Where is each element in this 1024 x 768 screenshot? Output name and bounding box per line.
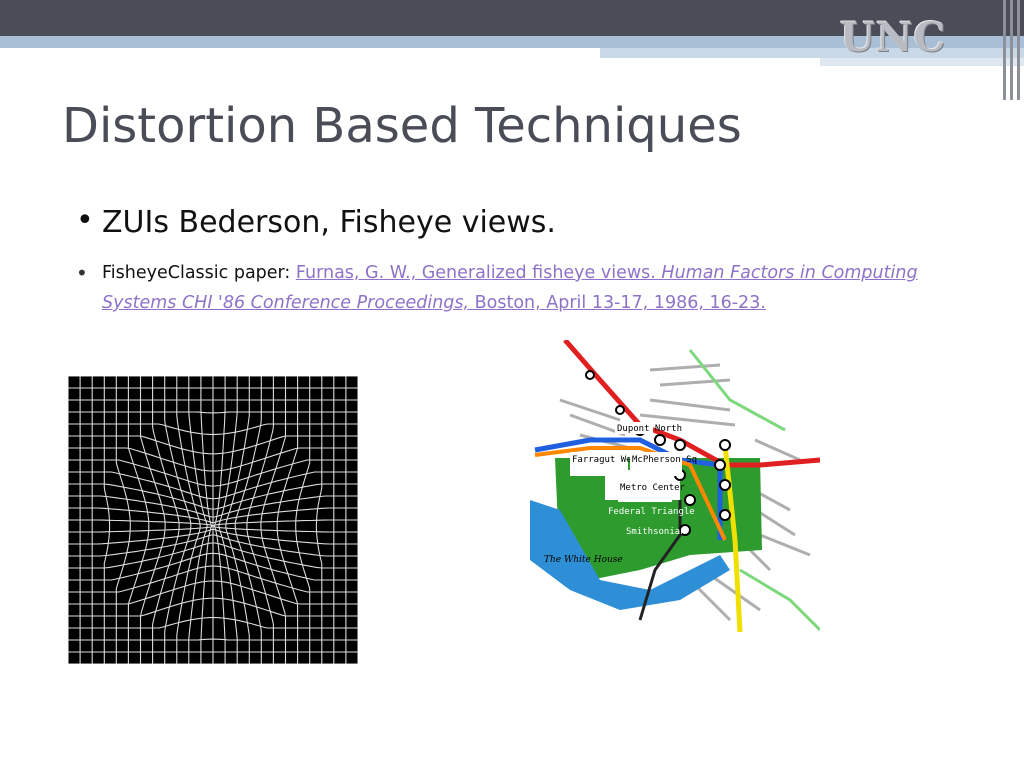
- metro-map-fisheye-image: Dupont North Farragut West McPherson Sq …: [530, 340, 820, 632]
- label-mcpherson: McPherson Sq: [632, 455, 697, 465]
- label-federal-triangle: Federal Triangle: [608, 507, 695, 517]
- label-white-house: The White House: [544, 555, 623, 565]
- bullet-zuis: ZUIs Bederson, Fisheye views.: [76, 198, 956, 246]
- label-metro-center: Metro Center: [620, 483, 686, 493]
- bullet-fisheye-paper: FisheyeClassic paper: Furnas, G. W., Gen…: [76, 258, 956, 318]
- slide-title: Distortion Based Techniques: [62, 98, 742, 154]
- unc-logo: UNC: [840, 14, 947, 61]
- reference-author[interactable]: Furnas, G. W., Generalized fisheye views…: [296, 263, 662, 283]
- bullet-list: ZUIs Bederson, Fisheye views. FisheyeCla…: [76, 198, 956, 318]
- reference-location[interactable]: Boston, April 13-17, 1986, 16-23.: [469, 293, 766, 313]
- bullet-prefix: FisheyeClassic paper:: [102, 263, 296, 283]
- label-north: Dupont North: [617, 424, 682, 434]
- label-smithsonian: Smithsonian: [626, 527, 686, 537]
- header-band-secondary: [600, 48, 1024, 58]
- fisheye-grid-image: [68, 376, 358, 664]
- header-stripes: [998, 0, 1024, 100]
